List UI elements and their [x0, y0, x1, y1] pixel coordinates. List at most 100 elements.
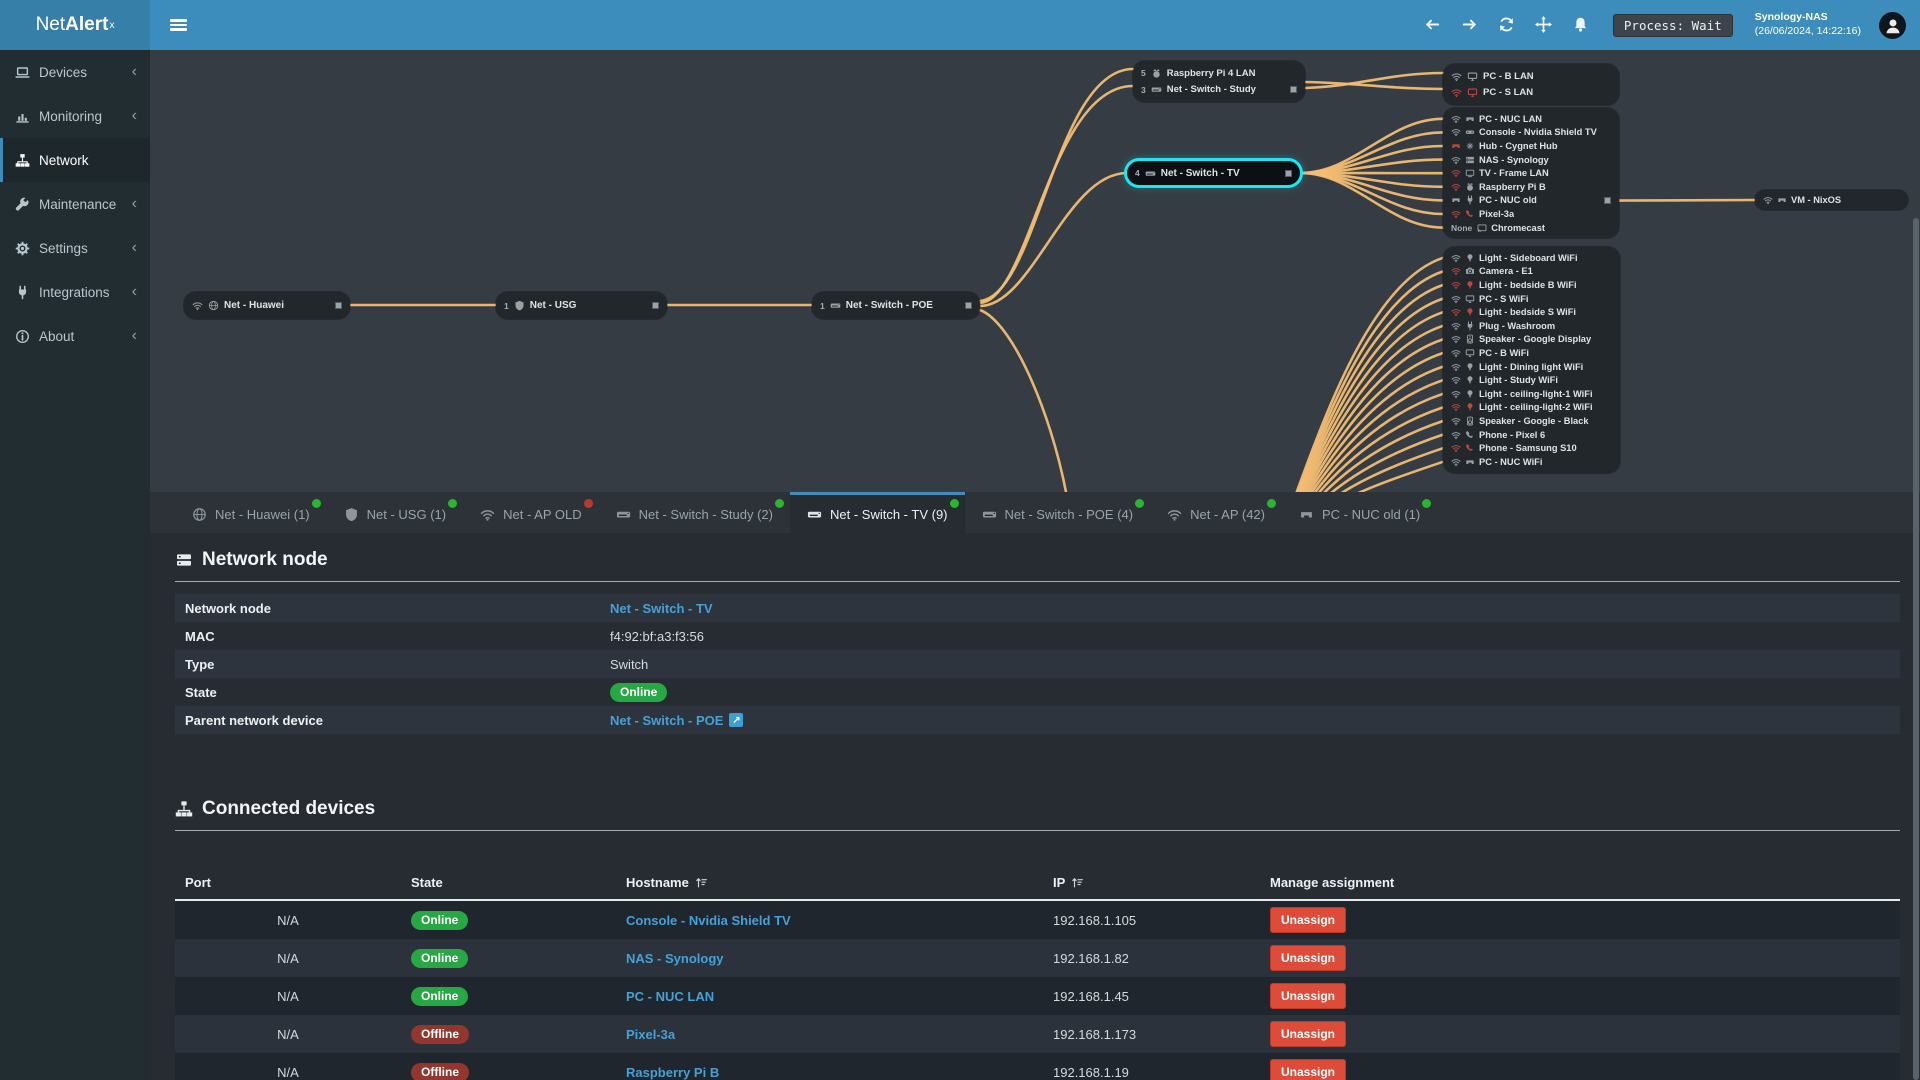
sidebar-item-settings[interactable]: Settings ‹ [0, 226, 150, 270]
monitor-icon [1467, 87, 1478, 98]
unassign-button[interactable]: Unassign [1270, 983, 1347, 1009]
tab-net-ap-42[interactable]: Net - AP (42) [1150, 492, 1282, 533]
node-net-usg[interactable]: 1 Net - USG [496, 292, 667, 319]
node-label: Chromecast [1491, 222, 1545, 233]
column-header-port: Port [175, 875, 401, 890]
details-panel: Network node Network node Net - Switch - … [150, 533, 1920, 1080]
tab-net-ap-old[interactable]: Net - AP OLD [463, 492, 599, 533]
port-number: 3 [1141, 84, 1146, 95]
hostname-link[interactable]: PC - NUC LAN [626, 989, 714, 1004]
cell-manage: Unassign [1260, 1021, 1900, 1047]
tab-label: Net - Switch - POE (4) [1004, 506, 1134, 522]
node-net-switch-poe[interactable]: 1 Net - Switch - POE [812, 292, 980, 319]
state-pill-online: Online [411, 986, 469, 1006]
chevron-left-icon: ‹ [131, 63, 137, 80]
sidebar-item-label: Devices [39, 64, 88, 80]
bulb-icon [1465, 402, 1475, 412]
monitor-icon [1465, 348, 1475, 358]
device-list-study[interactable]: PC - B LAN PC - S LAN [1443, 64, 1619, 105]
sidebar-item-network[interactable]: Network [0, 138, 150, 182]
cell-manage: Unassign [1260, 983, 1900, 1009]
status-dot-green [448, 499, 458, 508]
arrow-right-icon[interactable] [1461, 16, 1478, 33]
section-divider [175, 830, 1900, 831]
sidebar-item-devices[interactable]: Devices ‹ [0, 50, 150, 94]
node-row: Raspberry Pi B [1451, 180, 1611, 194]
unassign-button[interactable]: Unassign [1270, 907, 1347, 933]
node-row: PC - B WiFi [1451, 346, 1612, 360]
wrench-icon [15, 197, 30, 212]
node-label: Light - ceiling-light-1 WiFi [1479, 388, 1593, 399]
node-row: Plug - Washroom [1451, 319, 1612, 333]
ethlan-icon [1299, 507, 1314, 522]
column-header-label: State [411, 875, 443, 890]
info-link[interactable]: Net - Switch - TV [610, 601, 713, 616]
info-link[interactable]: Net - Switch - POE [610, 713, 723, 728]
main-content: Net - Huawei 1 Net - USG 1 Net - Switch - PO… [150, 50, 1920, 1080]
device-list-ap[interactable]: Light - Sideboard WiFi Camera - E1 Light -… [1443, 247, 1620, 473]
bell-icon[interactable] [1572, 16, 1589, 33]
move-icon[interactable] [1535, 16, 1552, 33]
hostname-link[interactable]: NAS - Synology [626, 951, 724, 966]
info-value: f4:92:bf:a3:f3:56 [610, 628, 704, 644]
port-badge [1604, 196, 1611, 204]
tab-pc-nuc-old-1[interactable]: PC - NUC old (1) [1282, 492, 1437, 533]
switch-icon [175, 551, 193, 569]
menu-toggle-button[interactable] [164, 11, 193, 39]
node-group-study[interactable]: 5 Raspberry Pi 4 LAN 3 Net - Switch - Study [1133, 61, 1305, 102]
column-header-hostname[interactable]: Hostname [616, 875, 1043, 890]
sidebar-item-monitoring[interactable]: Monitoring ‹ [0, 94, 150, 138]
node-label: Phone - Samsung S10 [1479, 443, 1577, 454]
arrow-left-icon[interactable] [1424, 16, 1441, 33]
node-vm-nixos[interactable]: VM - NixOS [1755, 190, 1908, 210]
sidebar-item-label: About [39, 328, 75, 344]
host-timestamp: (26/06/2024, 14:22:16) [1754, 25, 1861, 37]
column-header-ip[interactable]: IP [1043, 875, 1260, 890]
cell-port: N/A [277, 912, 299, 928]
cell-port: N/A [277, 1064, 299, 1080]
hostname-link[interactable]: Raspberry Pi B [626, 1065, 719, 1080]
refresh-icon[interactable] [1498, 16, 1515, 33]
network-topology-diagram[interactable]: Net - Huawei 1 Net - USG 1 Net - Switch - PO… [150, 50, 1920, 492]
state-pill-offline: Offline [411, 1024, 469, 1044]
unassign-button[interactable]: Unassign [1270, 1021, 1347, 1047]
external-link-icon[interactable]: ↗ [729, 713, 744, 727]
cast-icon [1477, 223, 1487, 233]
section-divider [175, 581, 1900, 582]
user-avatar[interactable] [1879, 11, 1906, 39]
node-label: Net - USG [529, 300, 577, 311]
tab-label: Net - Huawei (1) [215, 506, 310, 522]
tab-net-huawei-1[interactable]: Net - Huawei (1) [175, 492, 327, 533]
sidebar-item-about[interactable]: About ‹ [0, 314, 150, 358]
node-label: Net - Switch - TV [1160, 167, 1240, 179]
app-logo[interactable]: Net Alert x [0, 0, 150, 50]
hostname-link[interactable]: Pixel-3a [626, 1027, 675, 1042]
node-net-huawei[interactable]: Net - Huawei [184, 292, 350, 319]
info-row-network-node: Network node Net - Switch - TV [175, 594, 1900, 622]
sort-icon [695, 876, 708, 889]
tab-label: Net - AP OLD [503, 506, 582, 522]
sidebar-item-integrations[interactable]: Integrations ‹ [0, 270, 150, 314]
node-row: PC - S WiFi [1451, 292, 1612, 306]
sidebar-item-maintenance[interactable]: Maintenance ‹ [0, 182, 150, 226]
status-dot-green [1267, 499, 1276, 508]
port-badge [965, 302, 972, 309]
hostname-link[interactable]: Console - Nvidia Shield TV [626, 913, 791, 928]
vertical-scrollbar[interactable] [1913, 218, 1919, 1080]
tab-net-switch-poe-4[interactable]: Net - Switch - POE (4) [965, 492, 1151, 533]
tab-net-switch-tv-9[interactable]: Net - Switch - TV (9) [790, 492, 965, 533]
unassign-button[interactable]: Unassign [1270, 1059, 1347, 1080]
switch-icon [1151, 84, 1162, 95]
tab-net-usg-1[interactable]: Net - USG (1) [327, 492, 463, 533]
unassign-button[interactable]: Unassign [1270, 945, 1347, 971]
navbar: Process: Wait Synology-NAS (26/06/2024, … [150, 0, 1920, 50]
node-label: Net - Switch - POE [845, 300, 933, 311]
top-navbar: Net Alert x Process: Wait Synology-NAS (26… [0, 0, 1920, 50]
column-header-label: Manage assignment [1270, 875, 1395, 890]
device-list-switch-tv[interactable]: PC - NUC LAN Console - Nvidia Shield TV Hu… [1443, 108, 1619, 239]
hub-icon [1465, 141, 1475, 151]
node-net-switch-tv[interactable]: 4 Net - Switch - TV [1127, 161, 1300, 185]
brand-sup: x [109, 19, 115, 31]
node-tab-bar: Net - Huawei (1) Net - USG (1) Net - AP OL… [150, 492, 1920, 533]
tab-net-switch-study-2[interactable]: Net - Switch - Study (2) [599, 492, 790, 533]
